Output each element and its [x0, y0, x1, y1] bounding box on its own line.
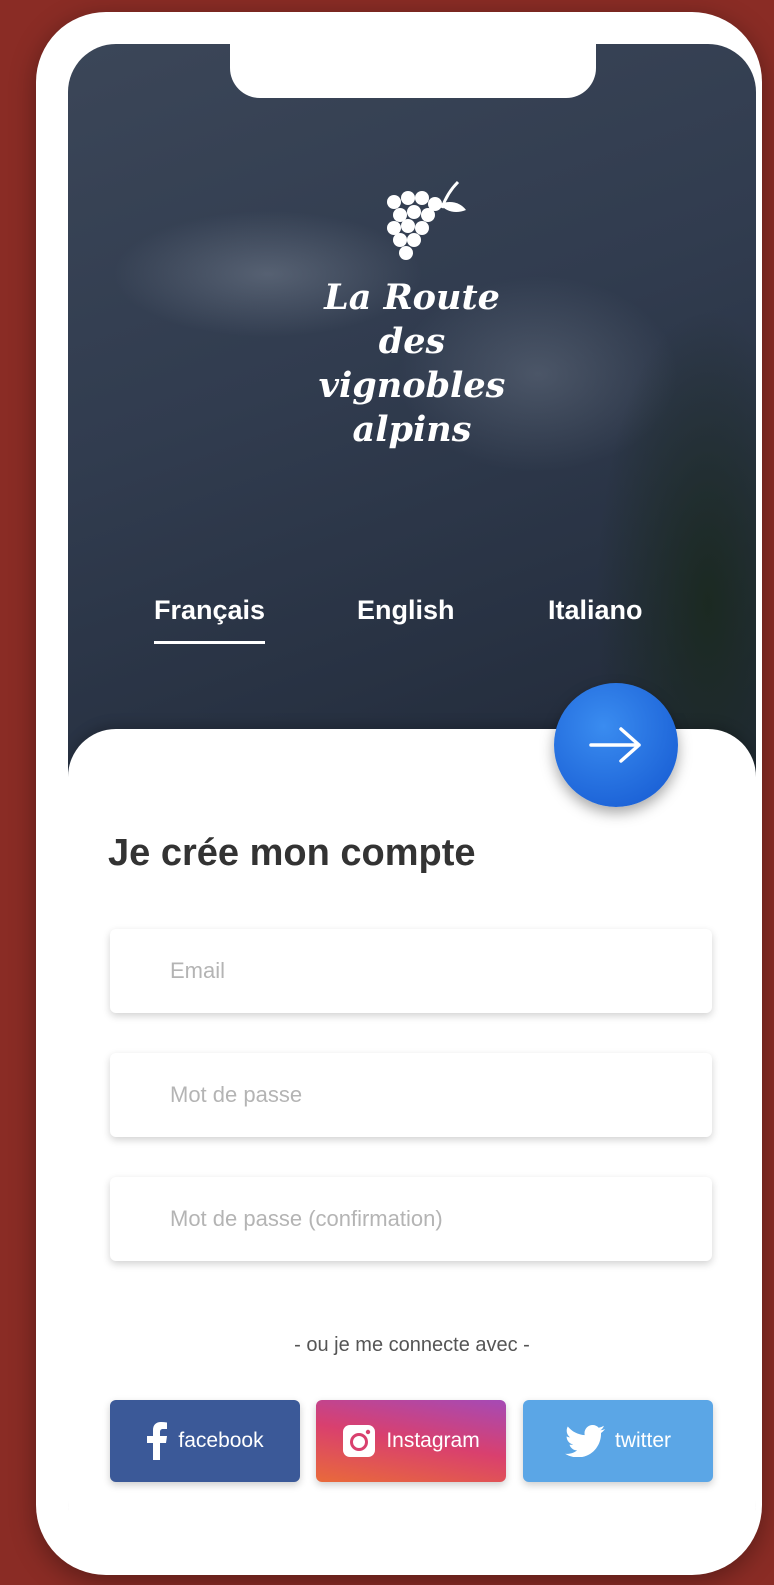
twitter-label: twitter — [614, 1429, 671, 1452]
facebook-login-button[interactable]: facebook — [110, 1400, 300, 1482]
tab-francais[interactable]: Français — [154, 590, 266, 646]
facebook-label: facebook — [178, 1429, 264, 1452]
password-confirm-field[interactable] — [110, 1177, 712, 1261]
instagram-label: Instagram — [386, 1429, 480, 1452]
instagram-login-button[interactable]: Instagram — [316, 1400, 506, 1482]
password-input[interactable] — [110, 1053, 710, 1137]
password-confirm-input[interactable] — [110, 1177, 710, 1261]
social-login-separator: - ou je me connecte avec - — [294, 1334, 530, 1356]
instagram-icon — [342, 1424, 376, 1458]
grapes-icon — [387, 180, 466, 260]
tab-english[interactable]: English — [357, 590, 455, 646]
twitter-icon — [564, 1425, 605, 1457]
app-logo-text: La Route des vignobles alpins — [318, 277, 506, 450]
twitter-login-button[interactable]: twitter — [523, 1400, 713, 1482]
phone-screen: La Route des vignobles alpins Français E… — [68, 44, 756, 1549]
arrow-right-icon — [589, 727, 641, 763]
email-input[interactable] — [110, 929, 710, 1013]
next-button[interactable] — [554, 683, 678, 807]
tab-italiano[interactable]: Italiano — [548, 590, 643, 646]
page-title: Je crée mon compte — [108, 832, 476, 874]
facebook-icon — [146, 1422, 168, 1460]
language-tabs: Français English Italiano — [68, 590, 756, 650]
email-field[interactable] — [110, 929, 712, 1013]
phone-notch — [230, 44, 596, 98]
password-field[interactable] — [110, 1053, 712, 1137]
